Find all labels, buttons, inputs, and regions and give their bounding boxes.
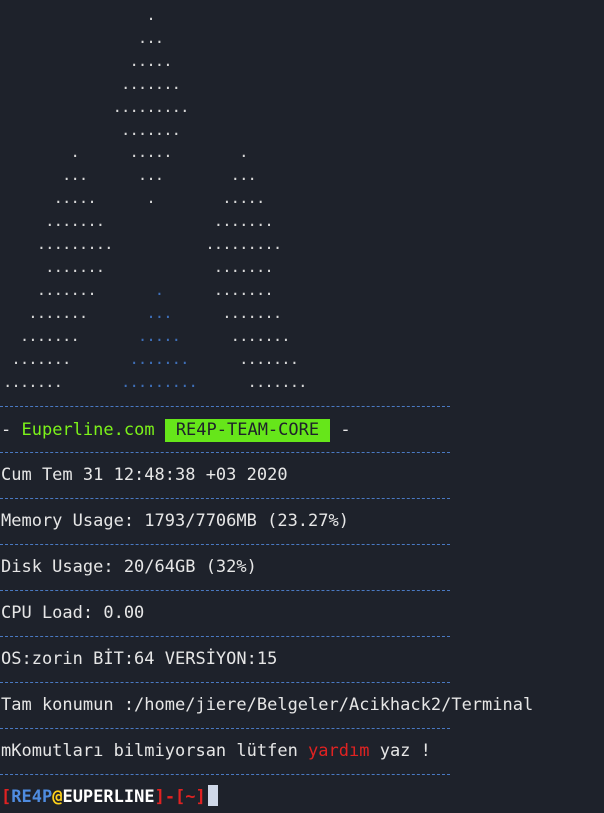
cpu-load-line: CPU Load: 0.00: [1, 603, 145, 623]
banner-right-dash: -: [340, 420, 351, 440]
separator-line: [0, 406, 450, 407]
team-badge: RE4P-TEAM-CORE: [164, 419, 331, 442]
separator-line: [0, 682, 450, 683]
text-cursor[interactable]: [207, 785, 218, 806]
separator-line: [0, 544, 450, 545]
location-line: Tam konumun :/home/jiere/Belgeler/Acikha…: [1, 695, 534, 715]
help-keyword: yardım: [308, 741, 370, 761]
ascii-art-logo: . ... ..... ....... ......... ....... . …: [3, 6, 307, 391]
separator-line: [0, 590, 450, 591]
os-info-line: OS:zorin BİT:64 VERSİYON:15: [1, 649, 278, 669]
banner-line: - Euperline.com RE4P-TEAM-CORE -: [1, 418, 351, 442]
prompt-at-sign: @: [52, 787, 63, 807]
prompt-directory: ~: [185, 787, 196, 807]
date-line: Cum Tem 31 12:48:38 +03 2020: [1, 465, 288, 485]
separator-line: [0, 498, 450, 499]
help-text-suffix: yaz !: [369, 741, 431, 761]
separator-line: [0, 452, 450, 453]
separator-line: [0, 728, 450, 729]
banner-left-dash: -: [1, 420, 12, 440]
help-line: mKomutları bilmiyorsan lütfen yardım yaz…: [1, 739, 431, 763]
prompt-user: RE4P: [11, 787, 53, 807]
memory-usage-line: Memory Usage: 1793/7706MB (23.27%): [1, 511, 349, 531]
site-name: Euperline.com: [21, 420, 155, 440]
shell-prompt[interactable]: [RE4P@EUPERLINE]-[~]: [1, 785, 218, 809]
separator-line: [0, 636, 450, 637]
help-text-prefix: mKomutları bilmiyorsan lütfen: [1, 741, 309, 761]
separator-line: [0, 774, 450, 775]
terminal-window[interactable]: . ... ..... ....... ......... ....... . …: [0, 0, 604, 813]
disk-usage-line: Disk Usage: 20/64GB (32%): [1, 557, 257, 577]
prompt-host: EUPERLINE: [62, 787, 155, 807]
